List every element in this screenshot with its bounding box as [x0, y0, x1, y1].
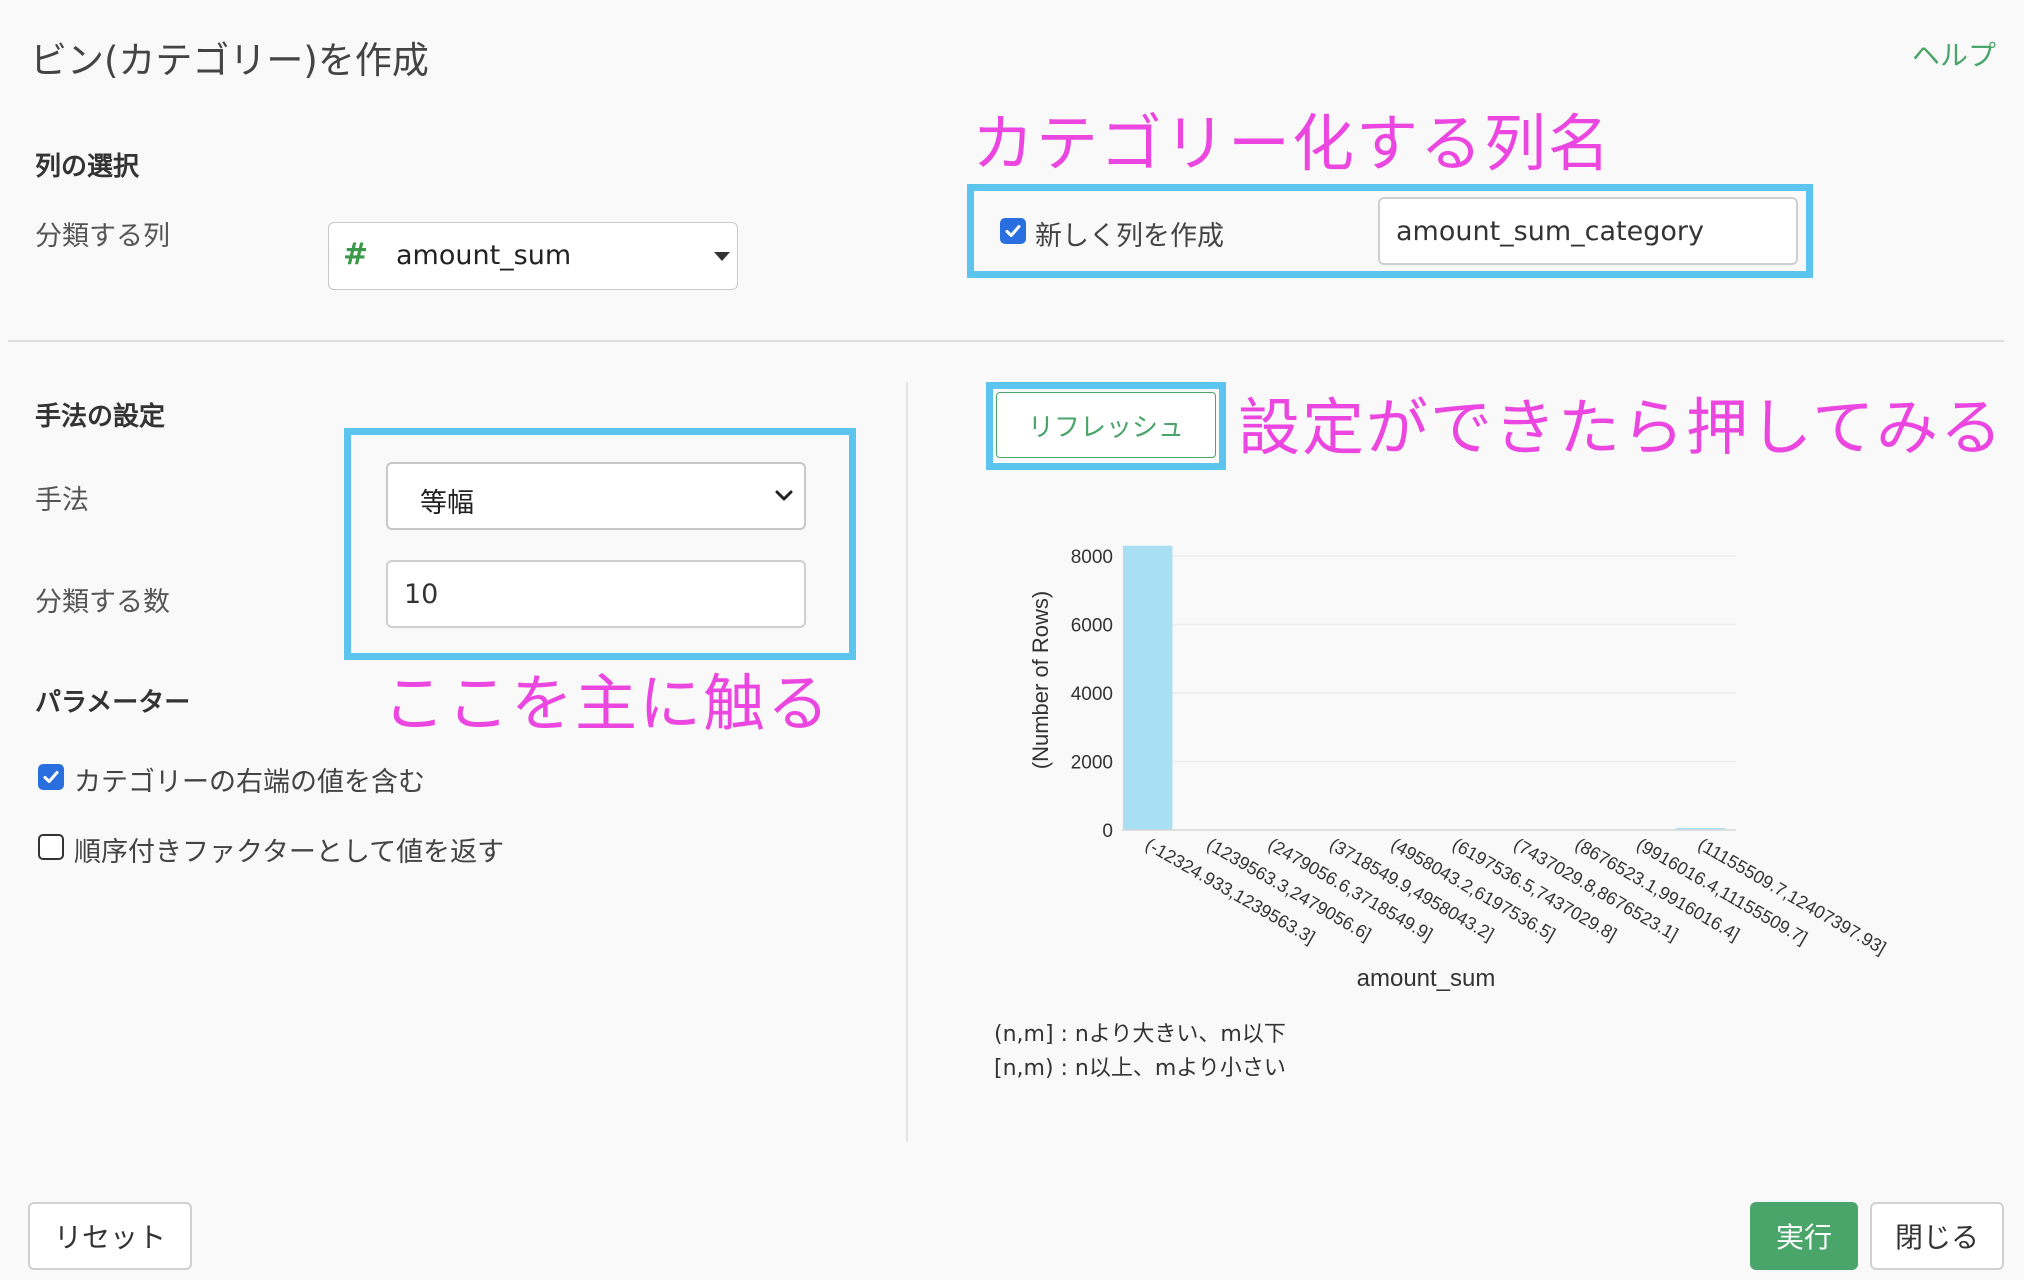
legend-note-closed-open: [n,m) : n以上、mより小さい: [994, 1056, 1286, 1081]
close-button[interactable]: 閉じる: [1870, 1202, 2004, 1270]
x-axis-label: amount_sum: [1357, 965, 1496, 992]
y-axis-label: (Number of Rows): [1028, 591, 1053, 769]
legend-note-open-closed: (n,m] : nより大きい、m以下: [994, 1022, 1286, 1047]
reset-button[interactable]: リセット: [28, 1202, 192, 1270]
y-tick-label: 4000: [1071, 684, 1113, 705]
y-tick-label: 0: [1102, 821, 1113, 842]
y-tick-label: 2000: [1071, 753, 1113, 774]
y-tick-label: 8000: [1071, 547, 1113, 568]
y-tick-label: 6000: [1071, 616, 1113, 637]
run-button[interactable]: 実行: [1750, 1202, 1858, 1270]
histogram-bar: [1123, 545, 1173, 830]
histogram-chart: 02000400060008000 (-12324.933,1239563.3]…: [1028, 545, 1890, 992]
